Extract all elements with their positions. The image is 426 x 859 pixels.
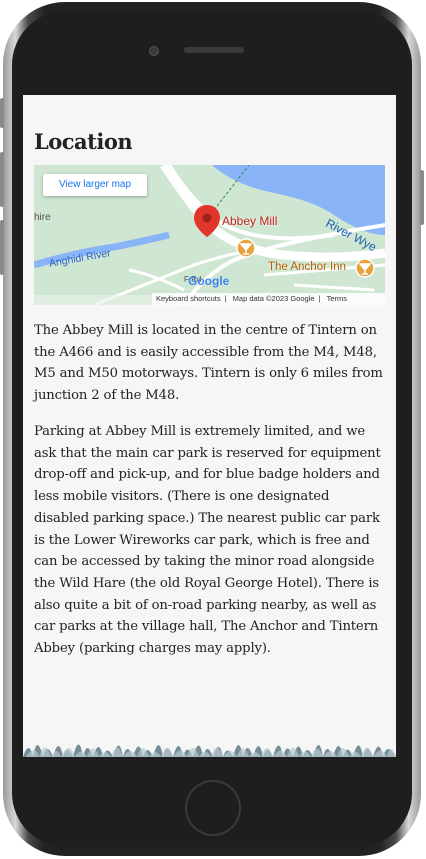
page-title: Location bbox=[34, 129, 133, 154]
cocktail-icon[interactable] bbox=[355, 258, 375, 278]
earpiece-speaker bbox=[184, 47, 244, 53]
grass-decoration bbox=[23, 744, 396, 757]
embedded-map[interactable]: View larger map Abbey Mill River Wye Ang… bbox=[34, 165, 385, 305]
mute-switch bbox=[0, 98, 4, 128]
home-button[interactable] bbox=[185, 780, 241, 836]
directions-paragraph: The Abbey Mill is located in the centre … bbox=[34, 323, 383, 404]
map-attribution: Keyboard shortcuts | Map data ©2023 Googl… bbox=[152, 293, 385, 305]
volume-down-button bbox=[0, 220, 4, 275]
power-button bbox=[420, 170, 424, 225]
screen: Location View larger map Abbey Mill Rive… bbox=[23, 95, 396, 757]
shire-label: hire bbox=[34, 212, 51, 223]
bar-icon[interactable] bbox=[236, 238, 256, 258]
volume-up-button bbox=[0, 152, 4, 207]
terms-link[interactable]: Terms bbox=[327, 294, 347, 303]
map-data-text: Map data ©2023 Google bbox=[232, 294, 315, 303]
google-logo: Google bbox=[188, 274, 230, 288]
abbey-mill-label[interactable]: Abbey Mill bbox=[222, 214, 277, 228]
front-camera bbox=[149, 46, 159, 56]
anchor-inn-label[interactable]: The Anchor Inn bbox=[268, 261, 346, 273]
view-larger-map-link[interactable]: View larger map bbox=[43, 174, 147, 196]
keyboard-shortcuts-link[interactable]: Keyboard shortcuts bbox=[156, 294, 221, 303]
parking-paragraph: Parking at Abbey Mill is extremely limit… bbox=[34, 424, 381, 657]
